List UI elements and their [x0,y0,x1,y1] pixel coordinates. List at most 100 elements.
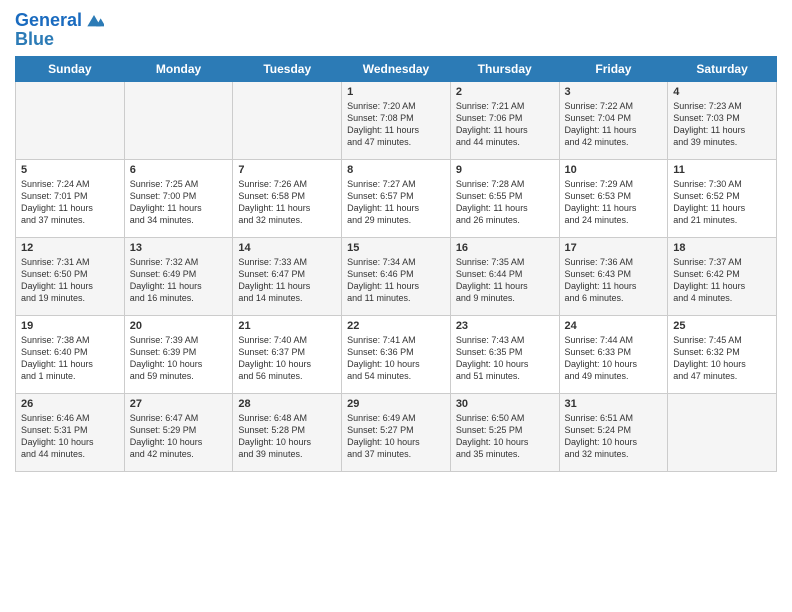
day-number: 3 [565,86,663,98]
day-info: Sunrise: 7:33 AM Sunset: 6:47 PM Dayligh… [238,256,336,305]
day-cell [16,82,125,160]
header: General Blue [15,10,777,48]
day-info: Sunrise: 7:29 AM Sunset: 6:53 PM Dayligh… [565,178,663,227]
day-number: 19 [21,320,119,332]
day-cell: 29 Sunrise: 6:49 AM Sunset: 5:27 PM Dayli… [342,394,451,472]
day-info: Sunrise: 6:51 AM Sunset: 5:24 PM Dayligh… [565,412,663,461]
day-cell: 15 Sunrise: 7:34 AM Sunset: 6:46 PM Dayli… [342,238,451,316]
day-number: 5 [21,164,119,176]
day-info: Sunrise: 7:38 AM Sunset: 6:40 PM Dayligh… [21,334,119,383]
header-day-sunday: Sunday [16,57,125,82]
header-day-thursday: Thursday [450,57,559,82]
week-row-4: 19 Sunrise: 7:38 AM Sunset: 6:40 PM Dayli… [16,316,777,394]
day-cell: 23Sunrise: 7:43 AM Sunset: 6:35 PM Dayli… [450,316,559,394]
day-info: Sunrise: 6:46 AM Sunset: 5:31 PM Dayligh… [21,412,119,461]
day-number: 7 [238,164,336,176]
day-info: Sunrise: 7:22 AM Sunset: 7:04 PM Dayligh… [565,100,663,149]
day-info: Sunrise: 7:37 AM Sunset: 6:42 PM Dayligh… [673,256,771,305]
calendar-table: SundayMondayTuesdayWednesdayThursdayFrid… [15,56,777,472]
day-cell: 7 Sunrise: 7:26 AM Sunset: 6:58 PM Daylig… [233,160,342,238]
day-cell: 31Sunrise: 6:51 AM Sunset: 5:24 PM Dayli… [559,394,668,472]
day-info: Sunrise: 7:23 AM Sunset: 7:03 PM Dayligh… [673,100,771,149]
day-info: Sunrise: 7:40 AM Sunset: 6:37 PM Dayligh… [238,334,336,383]
day-cell: 11Sunrise: 7:30 AM Sunset: 6:52 PM Dayli… [668,160,777,238]
day-info: Sunrise: 7:35 AM Sunset: 6:44 PM Dayligh… [456,256,554,305]
day-number: 17 [565,242,663,254]
day-cell: 14 Sunrise: 7:33 AM Sunset: 6:47 PM Dayli… [233,238,342,316]
day-number: 28 [238,398,336,410]
week-row-1: 1 Sunrise: 7:20 AM Sunset: 7:08 PM Daylig… [16,82,777,160]
day-info: Sunrise: 7:26 AM Sunset: 6:58 PM Dayligh… [238,178,336,227]
day-cell: 22 Sunrise: 7:41 AM Sunset: 6:36 PM Dayli… [342,316,451,394]
day-cell [233,82,342,160]
page: General Blue SundayMondayTuesdayWednesda… [0,0,792,612]
day-info: Sunrise: 7:20 AM Sunset: 7:08 PM Dayligh… [347,100,445,149]
day-info: Sunrise: 7:32 AM Sunset: 6:49 PM Dayligh… [130,256,228,305]
day-number: 6 [130,164,228,176]
day-number: 11 [673,164,771,176]
day-number: 27 [130,398,228,410]
day-number: 20 [130,320,228,332]
day-number: 30 [456,398,554,410]
day-number: 1 [347,86,445,98]
day-info: Sunrise: 6:47 AM Sunset: 5:29 PM Dayligh… [130,412,228,461]
day-info: Sunrise: 7:41 AM Sunset: 6:36 PM Dayligh… [347,334,445,383]
day-info: Sunrise: 7:45 AM Sunset: 6:32 PM Dayligh… [673,334,771,383]
day-number: 2 [456,86,554,98]
day-cell: 8 Sunrise: 7:27 AM Sunset: 6:57 PM Daylig… [342,160,451,238]
day-cell: 25 Sunrise: 7:45 AM Sunset: 6:32 PM Dayli… [668,316,777,394]
day-number: 25 [673,320,771,332]
day-number: 13 [130,242,228,254]
day-cell: 1 Sunrise: 7:20 AM Sunset: 7:08 PM Daylig… [342,82,451,160]
day-number: 21 [238,320,336,332]
day-info: Sunrise: 7:44 AM Sunset: 6:33 PM Dayligh… [565,334,663,383]
day-cell [124,82,233,160]
day-info: Sunrise: 6:50 AM Sunset: 5:25 PM Dayligh… [456,412,554,461]
day-cell: 16 Sunrise: 7:35 AM Sunset: 6:44 PM Dayli… [450,238,559,316]
day-number: 22 [347,320,445,332]
day-number: 12 [21,242,119,254]
day-info: Sunrise: 6:48 AM Sunset: 5:28 PM Dayligh… [238,412,336,461]
day-cell: 4 Sunrise: 7:23 AM Sunset: 7:03 PM Daylig… [668,82,777,160]
day-cell: 21 Sunrise: 7:40 AM Sunset: 6:37 PM Dayli… [233,316,342,394]
day-info: Sunrise: 7:39 AM Sunset: 6:39 PM Dayligh… [130,334,228,383]
logo-icon [84,10,104,30]
day-info: Sunrise: 7:27 AM Sunset: 6:57 PM Dayligh… [347,178,445,227]
header-day-friday: Friday [559,57,668,82]
logo-text-line2: Blue [15,30,104,48]
header-day-tuesday: Tuesday [233,57,342,82]
logo: General Blue [15,10,104,48]
day-cell [668,394,777,472]
day-number: 16 [456,242,554,254]
day-info: Sunrise: 7:28 AM Sunset: 6:55 PM Dayligh… [456,178,554,227]
day-number: 8 [347,164,445,176]
day-info: Sunrise: 7:34 AM Sunset: 6:46 PM Dayligh… [347,256,445,305]
day-cell: 24Sunrise: 7:44 AM Sunset: 6:33 PM Dayli… [559,316,668,394]
day-cell: 19 Sunrise: 7:38 AM Sunset: 6:40 PM Dayli… [16,316,125,394]
day-info: Sunrise: 6:49 AM Sunset: 5:27 PM Dayligh… [347,412,445,461]
day-cell: 10Sunrise: 7:29 AM Sunset: 6:53 PM Dayli… [559,160,668,238]
week-row-2: 5Sunrise: 7:24 AM Sunset: 7:01 PM Daylig… [16,160,777,238]
day-number: 23 [456,320,554,332]
day-cell: 18 Sunrise: 7:37 AM Sunset: 6:42 PM Dayli… [668,238,777,316]
logo-text-line1: General [15,11,82,29]
day-info: Sunrise: 7:31 AM Sunset: 6:50 PM Dayligh… [21,256,119,305]
day-cell: 3 Sunrise: 7:22 AM Sunset: 7:04 PM Daylig… [559,82,668,160]
day-number: 15 [347,242,445,254]
week-row-5: 26Sunrise: 6:46 AM Sunset: 5:31 PM Dayli… [16,394,777,472]
week-row-3: 12 Sunrise: 7:31 AM Sunset: 6:50 PM Dayli… [16,238,777,316]
day-cell: 5Sunrise: 7:24 AM Sunset: 7:01 PM Daylig… [16,160,125,238]
day-cell: 30 Sunrise: 6:50 AM Sunset: 5:25 PM Dayli… [450,394,559,472]
day-cell: 12 Sunrise: 7:31 AM Sunset: 6:50 PM Dayli… [16,238,125,316]
day-number: 18 [673,242,771,254]
day-info: Sunrise: 7:36 AM Sunset: 6:43 PM Dayligh… [565,256,663,305]
day-number: 29 [347,398,445,410]
day-cell: 9 Sunrise: 7:28 AM Sunset: 6:55 PM Daylig… [450,160,559,238]
day-cell: 2Sunrise: 7:21 AM Sunset: 7:06 PM Daylig… [450,82,559,160]
day-cell: 17 Sunrise: 7:36 AM Sunset: 6:43 PM Dayli… [559,238,668,316]
header-day-wednesday: Wednesday [342,57,451,82]
day-number: 9 [456,164,554,176]
day-cell: 13 Sunrise: 7:32 AM Sunset: 6:49 PM Dayli… [124,238,233,316]
day-number: 14 [238,242,336,254]
day-number: 4 [673,86,771,98]
